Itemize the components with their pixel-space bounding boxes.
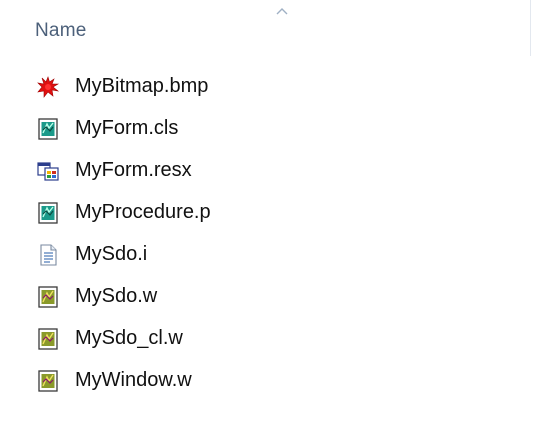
bitmap-file-icon	[37, 76, 60, 98]
column-header-name[interactable]: Name	[35, 20, 86, 42]
file-row[interactable]: MyForm.cls	[0, 108, 535, 150]
file-row[interactable]: MySdo_cl.w	[0, 318, 535, 360]
file-name: MyForm.cls	[75, 117, 179, 139]
file-row[interactable]: MySdo.i	[0, 234, 535, 276]
file-name: MyProcedure.p	[75, 201, 211, 223]
abl-window-file-icon	[38, 286, 58, 308]
text-document-icon	[40, 244, 57, 266]
file-list: MyBitmap.bmp MyForm.cls MyForm.resx MyPr…	[0, 66, 535, 402]
file-explorer-pane: Name MyBitmap.bmp MyForm.cls MyForm.resx…	[0, 0, 535, 421]
file-row[interactable]: MyProcedure.p	[0, 192, 535, 234]
abl-window-file-icon	[38, 328, 58, 350]
file-name: MyBitmap.bmp	[75, 75, 209, 97]
file-row[interactable]: MyForm.resx	[0, 150, 535, 192]
abl-class-file-icon	[38, 118, 58, 140]
file-name: MySdo_cl.w	[75, 327, 183, 349]
resx-file-icon	[37, 162, 59, 181]
column-header-bar: Name	[0, 0, 535, 58]
file-row[interactable]: MyBitmap.bmp	[0, 66, 535, 108]
file-row[interactable]: MyWindow.w	[0, 360, 535, 402]
column-divider[interactable]	[530, 0, 531, 56]
file-row[interactable]: MySdo.w	[0, 276, 535, 318]
sort-ascending-icon	[276, 8, 288, 15]
file-name: MySdo.w	[75, 285, 158, 307]
abl-procedure-file-icon	[38, 202, 58, 224]
abl-window-file-icon	[38, 370, 58, 392]
file-name: MyForm.resx	[75, 159, 192, 181]
file-name: MyWindow.w	[75, 369, 192, 391]
file-name: MySdo.i	[75, 243, 148, 265]
